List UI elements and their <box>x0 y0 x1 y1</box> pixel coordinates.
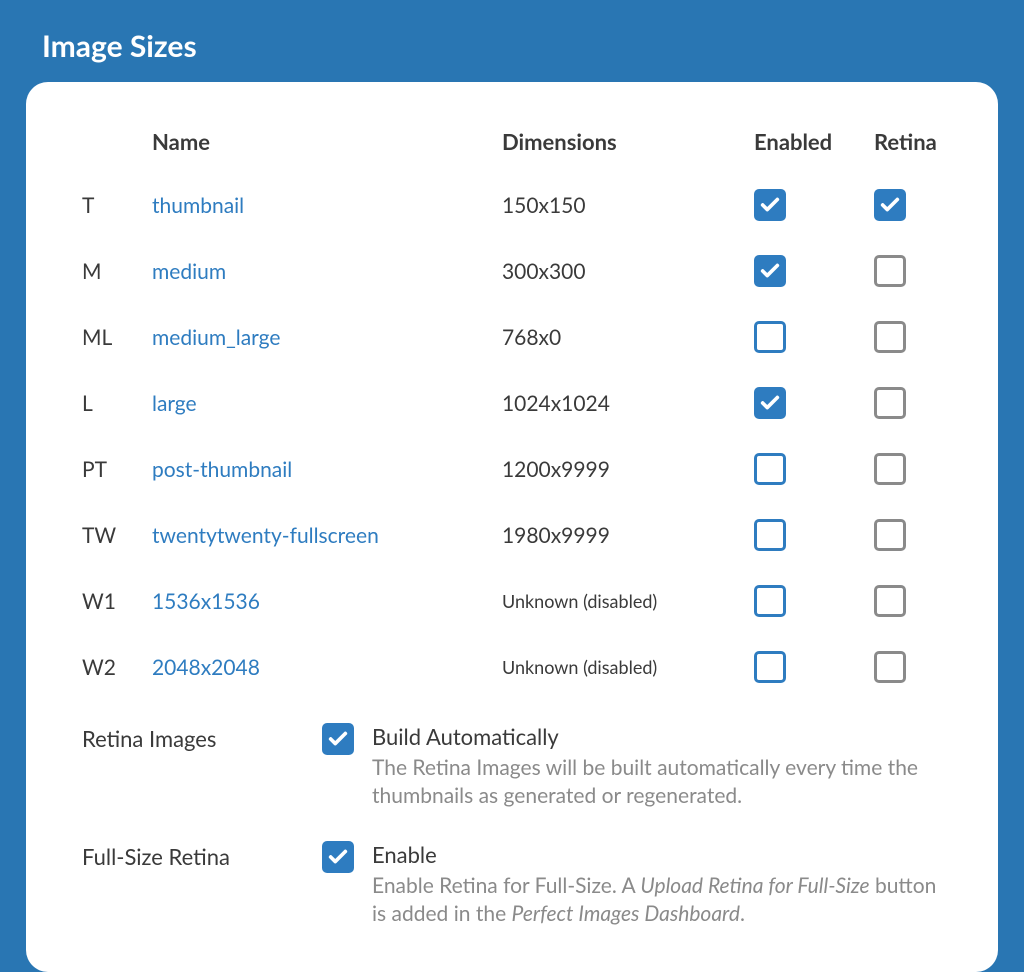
option-description: Enable Retina for Full-Size. A Upload Re… <box>372 872 942 929</box>
size-code: PT <box>82 457 152 482</box>
size-code: W1 <box>82 589 152 614</box>
enabled-checkbox[interactable] <box>754 189 786 221</box>
retina-checkbox[interactable] <box>874 189 906 221</box>
retina-cell <box>872 255 992 287</box>
enabled-checkbox[interactable] <box>754 651 786 683</box>
options-section: Retina Images Build Automatically The Re… <box>82 723 942 928</box>
check-icon <box>759 194 781 216</box>
check-icon <box>327 846 349 868</box>
size-name-cell: 1536x1536 <box>152 589 502 614</box>
retina-checkbox[interactable] <box>874 651 906 683</box>
retina-cell <box>872 189 992 221</box>
enabled-cell <box>752 585 872 617</box>
check-icon <box>327 728 349 750</box>
size-dimensions: 1200x9999 <box>502 457 752 482</box>
retina-checkbox[interactable] <box>874 387 906 419</box>
size-dimensions: 1980x9999 <box>502 523 752 548</box>
retina-cell <box>872 387 992 419</box>
option-title: Build Automatically <box>372 723 942 750</box>
size-name-link[interactable]: large <box>152 391 197 416</box>
size-dimensions: 150x150 <box>502 193 752 218</box>
retina-cell <box>872 651 992 683</box>
size-name-link[interactable]: post-thumbnail <box>152 457 292 482</box>
settings-panel: Name Dimensions Enabled Retina Tthumbnai… <box>26 82 998 972</box>
enabled-checkbox[interactable] <box>754 585 786 617</box>
option-title: Enable <box>372 841 942 868</box>
col-dimensions-header: Dimensions <box>502 128 752 155</box>
retina-checkbox[interactable] <box>874 585 906 617</box>
enabled-cell <box>752 321 872 353</box>
page-title: Image Sizes <box>0 0 1024 82</box>
size-code: L <box>82 391 152 416</box>
size-name-cell: post-thumbnail <box>152 457 502 482</box>
option-checkbox-wrapper <box>322 723 354 755</box>
option-fullsize-retina: Full-Size Retina Enable Enable Retina fo… <box>82 841 942 929</box>
size-dimensions: 300x300 <box>502 259 752 284</box>
retina-checkbox[interactable] <box>874 519 906 551</box>
option-label: Retina Images <box>82 723 322 752</box>
check-icon <box>879 194 901 216</box>
retina-checkbox[interactable] <box>874 255 906 287</box>
size-dimensions: Unknown (disabled) <box>502 656 752 678</box>
size-name-link[interactable]: 1536x1536 <box>152 589 260 614</box>
retina-checkbox[interactable] <box>874 321 906 353</box>
enabled-cell <box>752 453 872 485</box>
col-retina-header: Retina <box>872 128 992 155</box>
size-name-cell: medium <box>152 259 502 284</box>
size-code: TW <box>82 523 152 548</box>
enabled-cell <box>752 519 872 551</box>
retina-checkbox[interactable] <box>874 453 906 485</box>
sizes-table: Name Dimensions Enabled Retina Tthumbnai… <box>82 128 942 683</box>
retina-cell <box>872 321 992 353</box>
fullsize-retina-checkbox[interactable] <box>322 841 354 873</box>
size-name-cell: 2048x2048 <box>152 655 502 680</box>
size-name-cell: large <box>152 391 502 416</box>
enabled-cell <box>752 189 872 221</box>
size-code: T <box>82 193 152 218</box>
size-name-cell: medium_large <box>152 325 502 350</box>
retina-cell <box>872 519 992 551</box>
size-name-link[interactable]: medium_large <box>152 325 280 350</box>
option-body: Enable Enable Retina for Full-Size. A Up… <box>372 841 942 929</box>
enabled-checkbox[interactable] <box>754 387 786 419</box>
retina-cell <box>872 585 992 617</box>
option-label: Full-Size Retina <box>82 841 322 870</box>
size-name-link[interactable]: 2048x2048 <box>152 655 260 680</box>
enabled-cell <box>752 255 872 287</box>
retina-auto-checkbox[interactable] <box>322 723 354 755</box>
enabled-checkbox[interactable] <box>754 255 786 287</box>
size-code: ML <box>82 325 152 350</box>
size-name-cell: twentytwenty-fullscreen <box>152 523 502 548</box>
enabled-cell <box>752 387 872 419</box>
size-dimensions: 768x0 <box>502 325 752 350</box>
check-icon <box>759 260 781 282</box>
size-code: M <box>82 259 152 284</box>
size-name-link[interactable]: medium <box>152 259 226 284</box>
size-name-cell: thumbnail <box>152 193 502 218</box>
option-retina-images: Retina Images Build Automatically The Re… <box>82 723 942 811</box>
col-name-header: Name <box>152 128 502 155</box>
enabled-checkbox[interactable] <box>754 519 786 551</box>
size-code: W2 <box>82 655 152 680</box>
enabled-checkbox[interactable] <box>754 453 786 485</box>
enabled-cell <box>752 651 872 683</box>
option-body: Build Automatically The Retina Images wi… <box>372 723 942 811</box>
option-description: The Retina Images will be built automati… <box>372 754 942 811</box>
size-name-link[interactable]: thumbnail <box>152 193 244 218</box>
retina-cell <box>872 453 992 485</box>
enabled-checkbox[interactable] <box>754 321 786 353</box>
col-enabled-header: Enabled <box>752 128 872 155</box>
size-dimensions: Unknown (disabled) <box>502 590 752 612</box>
check-icon <box>759 392 781 414</box>
option-checkbox-wrapper <box>322 841 354 873</box>
size-dimensions: 1024x1024 <box>502 391 752 416</box>
size-name-link[interactable]: twentytwenty-fullscreen <box>152 523 379 548</box>
